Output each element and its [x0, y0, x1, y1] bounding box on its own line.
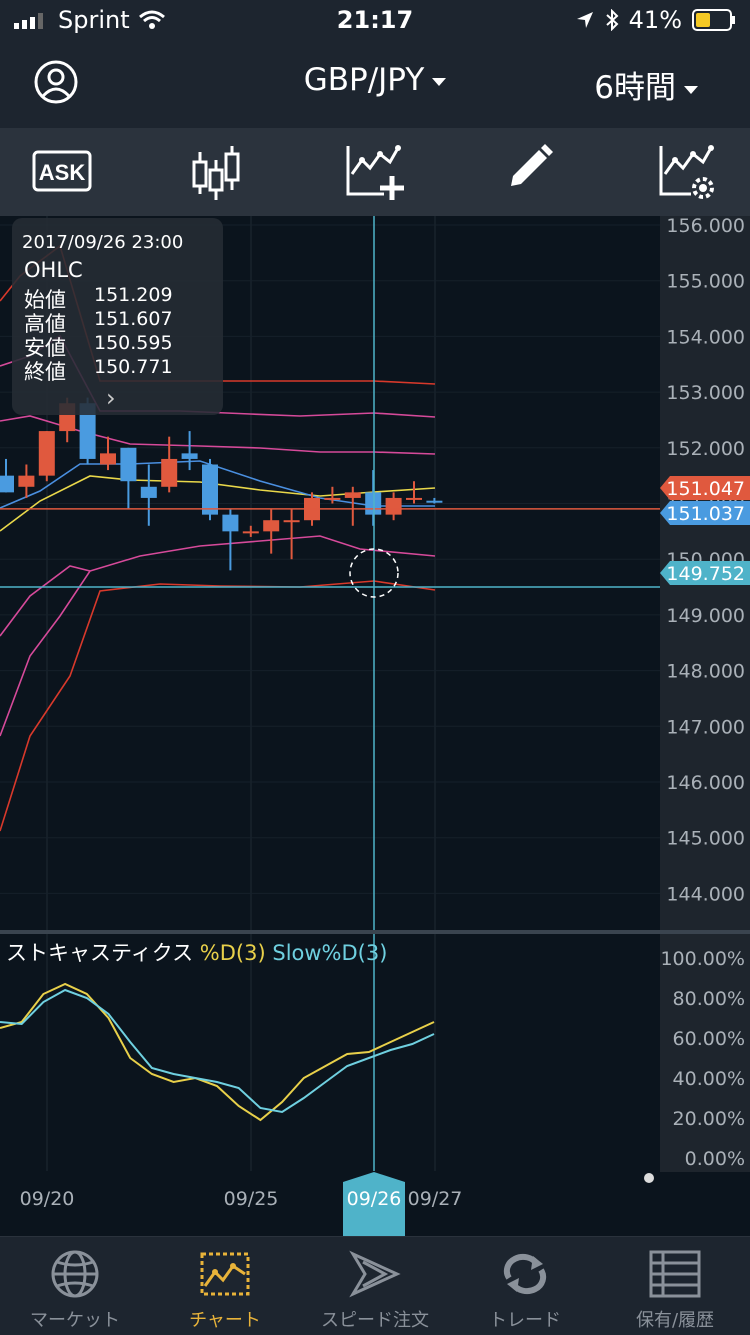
chevron-down-icon [684, 85, 698, 94]
chevron-right-icon[interactable]: › [106, 384, 116, 412]
indicator-add-icon [346, 145, 404, 200]
status-right: 41% [575, 6, 736, 34]
indicator-settings-button[interactable] [657, 142, 717, 202]
indicator-slow-label: Slow%D(3) [272, 941, 388, 965]
candle-body [426, 500, 443, 503]
chart-toolbar: ASK [0, 128, 750, 216]
chart-type-button[interactable] [186, 142, 246, 202]
price-axis-label: 145.000 [666, 828, 745, 850]
candle-body [365, 492, 382, 515]
scroll-indicator-dot [644, 1173, 654, 1183]
indicator-axis-label: 80.00% [673, 988, 745, 1010]
candlestick-icon [192, 146, 240, 200]
candle-body [385, 497, 402, 515]
chart-icon [200, 1252, 250, 1296]
candle-body [38, 431, 55, 476]
candle-body [222, 514, 239, 532]
timeframe: 6時間 [594, 70, 676, 106]
indicator-axis-label: 0.00% [685, 1148, 745, 1170]
candle-body [263, 520, 280, 532]
candle-body [120, 447, 137, 482]
candle-body [18, 475, 35, 487]
date-axis-label: 09/27 [408, 1188, 463, 1210]
crosshair-price-label: 149.752 [666, 563, 745, 585]
candle-body [406, 497, 422, 500]
refresh-icon [503, 1253, 547, 1295]
ask-label: ASK [39, 160, 86, 185]
draw-button[interactable] [505, 142, 565, 202]
close-key: 終値 [24, 360, 66, 384]
tooltip-label: OHLC [24, 258, 83, 282]
candle-body [181, 453, 198, 459]
indicator-axis-label: 20.00% [673, 1108, 745, 1130]
indicator-axis-label: 60.00% [673, 1028, 745, 1050]
indicator-axis-label: 100.00% [660, 948, 745, 970]
nav-bar: GBP/JPY 6時間 [0, 42, 750, 128]
status-bar: Sprint 21:17 41% [0, 0, 750, 42]
indicator-axis-label: 40.00% [673, 1068, 745, 1090]
price-axis-label: 152.000 [666, 438, 745, 460]
price-axis-label: 154.000 [666, 326, 745, 348]
tab-label: 保有/履歴 [635, 1310, 715, 1331]
chevron-down-icon [432, 77, 447, 86]
price-axis-label: 144.000 [666, 883, 745, 905]
tab-label: トレード [489, 1310, 561, 1331]
tab-speed-order[interactable]: スピード注文 [300, 1236, 450, 1334]
currency-pair: GBP/JPY [303, 62, 425, 98]
candle-body [344, 492, 361, 498]
location-icon [576, 12, 593, 28]
ohlc-tooltip: 2017/09/26 23:00 OHLC 始値 151.209 高値 151.60… [12, 218, 223, 415]
candle-body [242, 531, 259, 534]
indicator-axis-panel [660, 934, 750, 1174]
globe-icon [51, 1250, 99, 1298]
candle-body [140, 486, 157, 498]
candle-body [283, 520, 300, 523]
price-axis-label: 147.000 [666, 716, 745, 738]
date-axis-label: 09/25 [224, 1188, 279, 1210]
candle-body [161, 458, 178, 487]
add-indicator-button[interactable] [344, 142, 404, 202]
price-axis-label: 146.000 [666, 772, 745, 794]
tooltip-datetime: 2017/09/26 23:00 [22, 232, 184, 253]
indicator-settings-icon [659, 145, 714, 199]
indicator-name: ストキャスティクス [6, 941, 194, 965]
battery-icon [692, 9, 735, 31]
ask-button[interactable]: ASK [32, 150, 92, 194]
bid-price-label: 151.037 [666, 503, 745, 525]
list-icon [649, 1250, 701, 1298]
speed-order-icon [349, 1250, 401, 1298]
close-row: 終値 150.771 [24, 356, 173, 386]
candle-body [202, 464, 218, 515]
candle-body [324, 497, 341, 500]
ask-price-label: 151.047 [666, 478, 745, 500]
date-axis-label: 09/26 [347, 1188, 402, 1210]
indicator-d-label: %D(3) [199, 941, 266, 965]
ask-icon: ASK [32, 150, 92, 192]
price-axis-label: 148.000 [666, 661, 745, 683]
tab-label: チャート [189, 1310, 261, 1331]
price-axis-label: 155.000 [666, 271, 745, 293]
date-axis-label: 09/20 [20, 1188, 75, 1210]
close-value: 150.771 [94, 356, 173, 378]
bluetooth-icon [605, 9, 619, 31]
pencil-icon [511, 144, 553, 186]
price-axis-label: 156.000 [666, 216, 745, 237]
price-axis-label: 149.000 [666, 605, 745, 627]
indicator-legend: ストキャスティクス %D(3) Slow%D(3) [6, 937, 387, 967]
tab-chart[interactable]: チャート [150, 1236, 300, 1334]
timeframe-selector[interactable]: 6時間 [594, 62, 698, 107]
tab-label: スピード注文 [321, 1310, 429, 1331]
tab-trade[interactable]: トレード [450, 1236, 600, 1334]
candle-body [0, 475, 14, 493]
candle-body [100, 453, 116, 465]
price-axis-label: 153.000 [666, 382, 745, 404]
battery-percent: 41% [628, 6, 682, 34]
tab-market[interactable]: マーケット [0, 1236, 150, 1334]
tab-label: マーケット [30, 1310, 120, 1331]
tab-positions[interactable]: 保有/履歴 [600, 1236, 750, 1334]
